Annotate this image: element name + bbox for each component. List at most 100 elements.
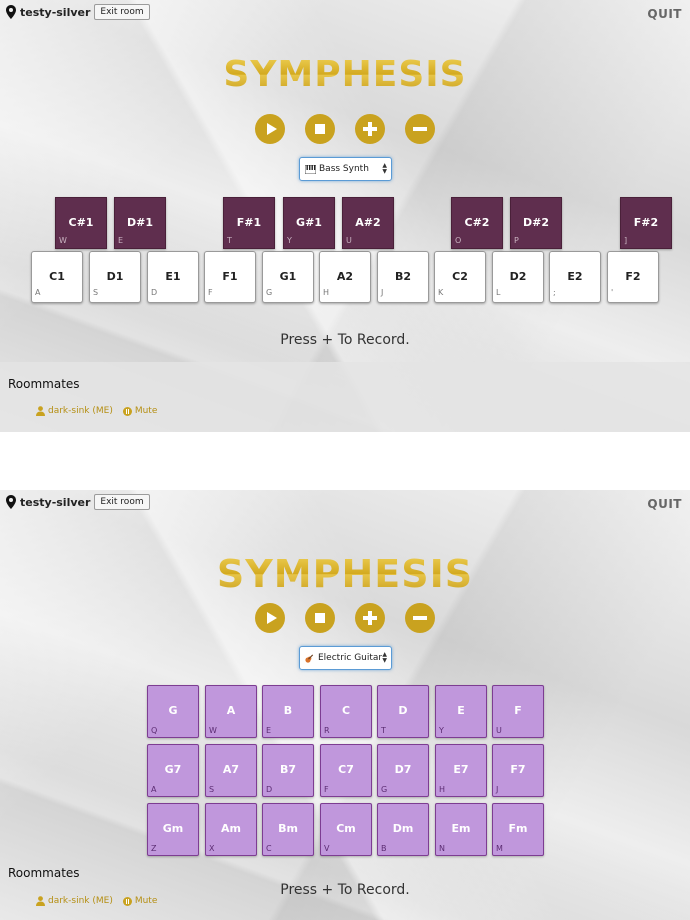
remove-button[interactable] (405, 603, 435, 633)
room-name: testy-silver (20, 495, 91, 509)
key-shortcut: ; (553, 288, 556, 297)
black-key[interactable]: F#1 T (223, 197, 275, 249)
chord-pad[interactable]: D7 G (377, 744, 429, 797)
chord-pad[interactable]: Dm B (377, 803, 429, 856)
white-key[interactable]: C1 A (31, 251, 83, 303)
play-button[interactable] (255, 603, 285, 633)
chord-name: F7 (510, 763, 526, 776)
black-key[interactable]: F#2] (620, 197, 672, 249)
chord-name: G7 (164, 763, 182, 776)
chord-pad[interactable]: E7 H (435, 744, 487, 797)
black-key[interactable]: C#1 W (55, 197, 107, 249)
chord-pad[interactable]: A7 S (205, 744, 257, 797)
white-key[interactable]: B2 J (377, 251, 429, 303)
chord-name: B7 (279, 763, 297, 776)
key-shortcut: U (496, 726, 502, 735)
chord-pad[interactable]: CR (320, 685, 372, 738)
chord-name: Am (221, 822, 241, 835)
guitar-icon (305, 654, 314, 663)
minus-icon (413, 616, 427, 620)
chord-pad[interactable]: G7 A (147, 744, 199, 797)
chord-name: A7 (222, 763, 240, 776)
white-key[interactable]: E2; (549, 251, 601, 303)
key-shortcut: Y (287, 236, 292, 245)
white-key[interactable]: A2 H (319, 251, 371, 303)
white-key[interactable]: G1 G (262, 251, 314, 303)
white-key[interactable]: C2 K (434, 251, 486, 303)
key-note: C1 (49, 270, 65, 283)
key-note: F#1 (236, 216, 262, 229)
room-panel-bass-synth: testy-silver Exit room QUIT SYMPHESIS Ba… (0, 0, 690, 432)
key-shortcut: ' (611, 288, 614, 297)
mute-button[interactable]: Mute (122, 896, 157, 906)
play-button[interactable] (255, 114, 285, 144)
key-note: C2 (452, 270, 468, 283)
piano-icon (305, 164, 316, 174)
white-key[interactable]: F1 F (204, 251, 256, 303)
chord-pad[interactable]: AW (205, 685, 257, 738)
chord-name: B (283, 704, 293, 717)
key-shortcut: T (381, 726, 386, 735)
key-note: B2 (394, 270, 412, 283)
white-key[interactable]: F2 ' (607, 251, 659, 303)
key-shortcut: H (439, 785, 446, 794)
record-add-button[interactable] (355, 603, 385, 633)
roommates-title: Roommates (8, 866, 80, 880)
chord-pad[interactable]: Gm Z (147, 803, 199, 856)
chord-pad[interactable]: DT (377, 685, 429, 738)
app-logo: SYMPHESIS (0, 54, 690, 95)
chord-pad[interactable]: F7 J (492, 744, 544, 797)
remove-button[interactable] (405, 114, 435, 144)
record-add-button[interactable] (355, 114, 385, 144)
chord-name: E7 (453, 763, 469, 776)
key-shortcut: A (151, 785, 157, 794)
key-note: E2 (567, 270, 583, 283)
white-key[interactable]: D2 L (492, 251, 544, 303)
mute-button[interactable]: Mute (122, 406, 157, 416)
chord-pad[interactable]: C7 F (320, 744, 372, 797)
key-note: G#1 (296, 216, 322, 229)
chord-name: D (398, 704, 408, 717)
quit-link[interactable]: QUIT (647, 7, 682, 21)
chord-name: E (457, 704, 465, 717)
black-key[interactable]: C#2 O (451, 197, 503, 249)
key-shortcut: E (266, 726, 272, 735)
white-key[interactable]: E1 D (147, 251, 199, 303)
instrument-select[interactable]: Bass Synth ▲ ▼ (299, 157, 392, 181)
chord-pad[interactable]: Cm V (320, 803, 372, 856)
chord-pad[interactable]: Em N (435, 803, 487, 856)
chord-pad[interactable]: Fm M (492, 803, 544, 856)
key-shortcut: F (324, 785, 329, 794)
chord-pad[interactable]: B7 D (262, 744, 314, 797)
location-pin-icon (6, 495, 16, 509)
black-key[interactable]: G#1 Y (283, 197, 335, 249)
stop-button[interactable] (305, 114, 335, 144)
white-key[interactable]: D1 S (89, 251, 141, 303)
plus-icon (363, 122, 377, 136)
chord-name: Dm (392, 822, 414, 835)
exit-room-button[interactable]: Exit room (94, 4, 150, 20)
black-key[interactable]: D#1 E (114, 197, 166, 249)
key-note: F1 (222, 270, 238, 283)
chord-pad[interactable]: FU (492, 685, 544, 738)
key-shortcut: W (59, 236, 67, 245)
key-shortcut: G (381, 785, 388, 794)
room-header: testy-silver Exit room (6, 4, 150, 20)
exit-room-button[interactable]: Exit room (94, 494, 150, 510)
stop-button[interactable] (305, 603, 335, 633)
room-header: testy-silver Exit room (6, 494, 150, 510)
black-key[interactable]: A#2 U (342, 197, 394, 249)
chord-pad[interactable]: BE (262, 685, 314, 738)
chord-pad[interactable]: Bm C (262, 803, 314, 856)
chord-name: Cm (336, 822, 356, 835)
chord-pad[interactable]: Am X (205, 803, 257, 856)
roommates-title: Roommates (8, 377, 80, 391)
chord-pad[interactable]: EY (435, 685, 487, 738)
key-shortcut: B (381, 844, 387, 853)
instrument-select[interactable]: Electric Guitar ▲ ▼ (299, 646, 392, 670)
black-key[interactable]: D#2 P (510, 197, 562, 249)
key-shortcut: M (496, 844, 503, 853)
quit-link[interactable]: QUIT (647, 497, 682, 511)
key-shortcut: L (496, 288, 501, 297)
chord-pad[interactable]: GQ (147, 685, 199, 738)
